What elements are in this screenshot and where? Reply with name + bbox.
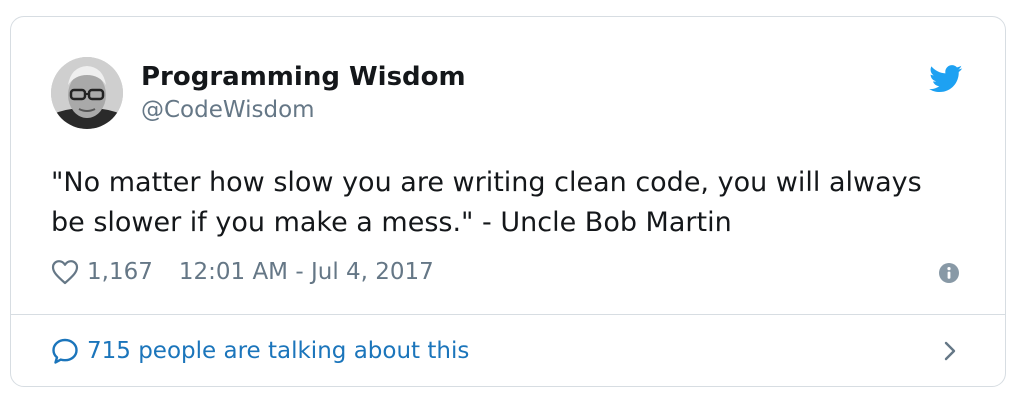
chevron-right-icon[interactable] <box>941 339 959 363</box>
author-handle[interactable]: @CodeWisdom <box>141 97 315 123</box>
heart-icon <box>51 260 79 285</box>
twitter-bird-icon[interactable] <box>929 65 963 93</box>
conversation-label: 715 people are talking about this <box>87 338 470 364</box>
speech-bubble-icon <box>52 338 78 364</box>
like-button[interactable]: 1,167 <box>51 259 179 285</box>
avatar[interactable] <box>51 57 123 129</box>
tweet-text: "No matter how slow you are writing clea… <box>51 167 922 238</box>
like-count: 1,167 <box>87 259 153 285</box>
tweet-card[interactable]: Programming Wisdom @CodeWisdom "No matte… <box>10 16 1006 387</box>
info-icon[interactable] <box>939 263 959 283</box>
tweet-timestamp[interactable]: 12:01 AM - Jul 4, 2017 <box>179 259 434 285</box>
avatar-image <box>51 57 123 129</box>
tweet-meta: 1,167 12:01 AM - Jul 4, 2017 <box>51 255 434 289</box>
divider <box>11 314 1005 315</box>
author-name[interactable]: Programming Wisdom <box>141 62 466 92</box>
conversation-link[interactable]: 715 people are talking about this <box>51 333 469 369</box>
